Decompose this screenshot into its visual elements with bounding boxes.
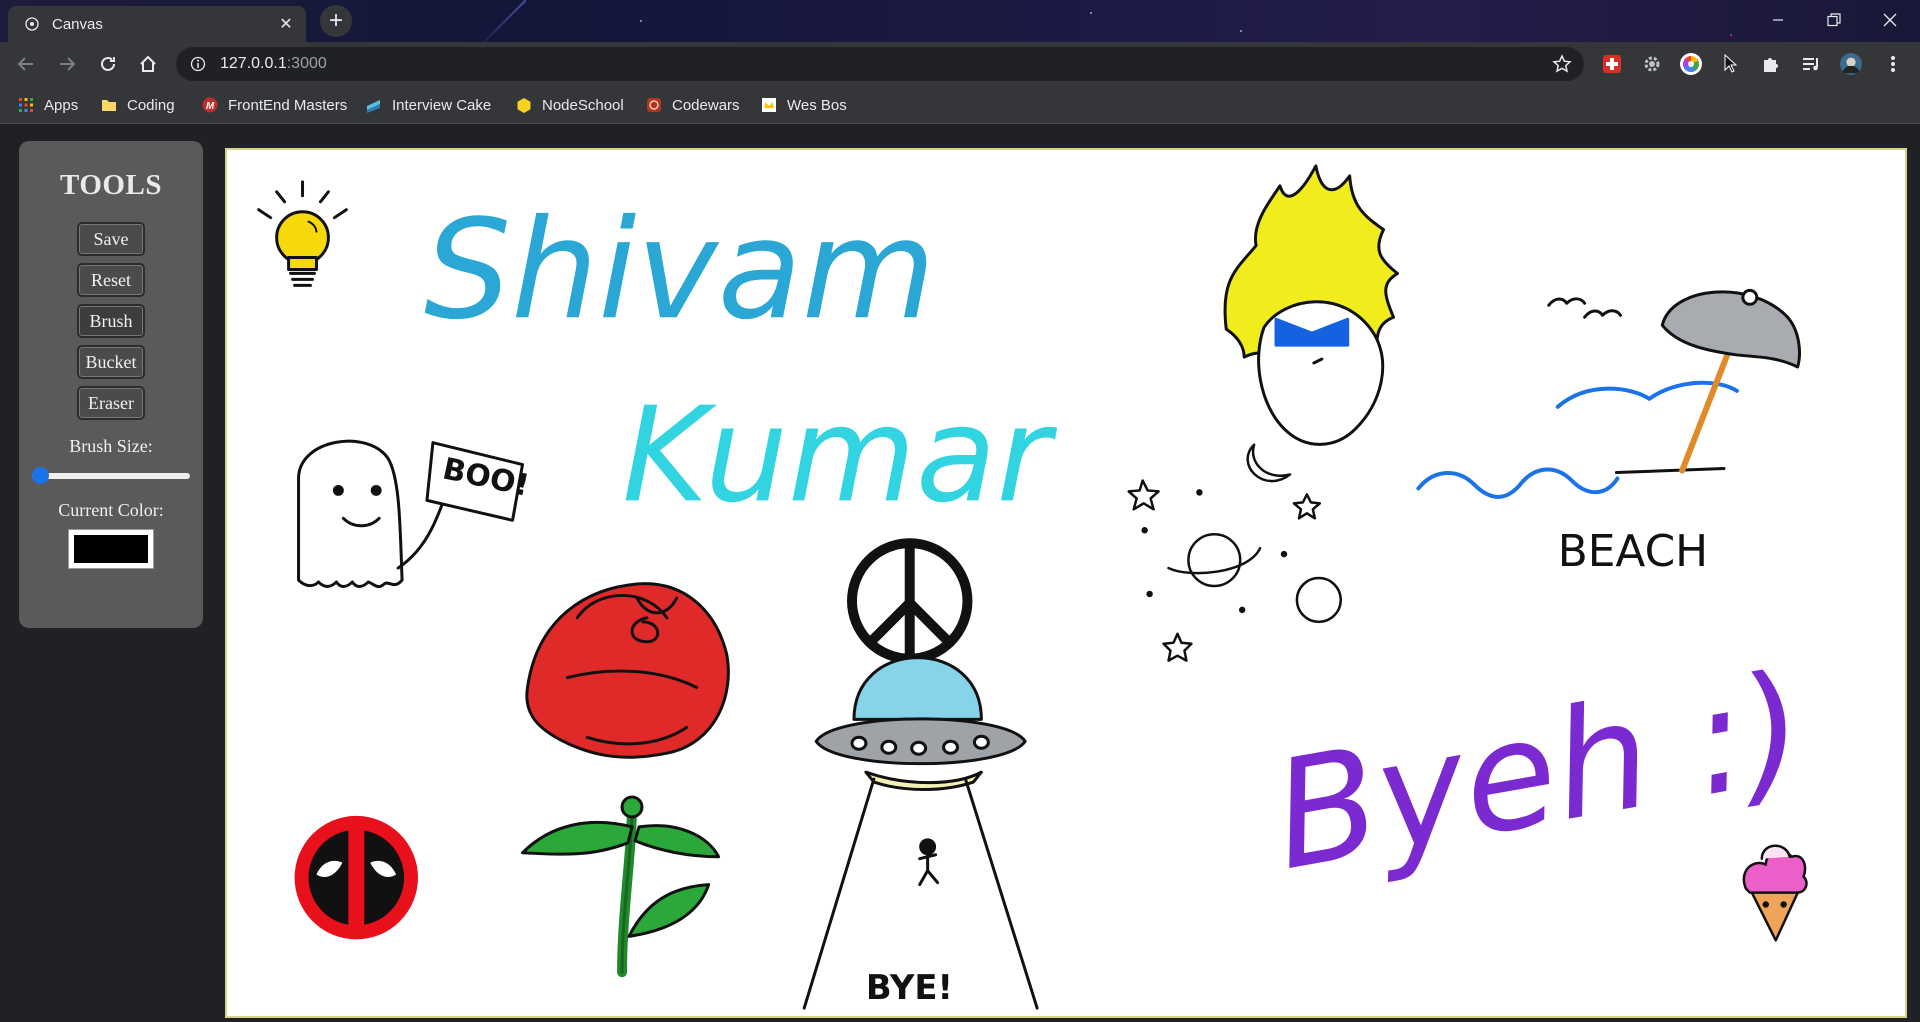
extension-color-wheel-icon[interactable]	[1680, 53, 1702, 75]
bookmark-frontend-masters[interactable]: M FrontEnd Masters	[202, 92, 347, 118]
svg-text:M: M	[206, 101, 215, 112]
bookmark-star-icon[interactable]	[1552, 54, 1572, 74]
background-star	[1240, 30, 1242, 32]
reload-button[interactable]	[92, 48, 124, 80]
site-info-icon[interactable]	[190, 56, 206, 72]
tools-title: TOOLS	[60, 169, 162, 201]
deadpool-logo-drawing	[294, 815, 418, 940]
signoff-drawing: Byeh :)	[1261, 640, 1816, 904]
name-line-1-drawing: Shivam	[424, 190, 936, 350]
beach-text: BEACH	[1558, 526, 1708, 577]
save-button[interactable]: Save	[77, 222, 145, 256]
bookmark-wes-bos[interactable]: Wes Bos	[761, 92, 847, 118]
ufo-drawing: BYE!	[802, 656, 1039, 1010]
forward-arrow-icon	[60, 57, 76, 71]
folder-icon	[102, 100, 116, 111]
name-line-1-text: Shivam	[424, 190, 936, 350]
ice-cream-drawing	[1742, 844, 1808, 942]
brush-size-slider[interactable]	[32, 466, 190, 484]
bookmark-coding[interactable]: Coding	[101, 92, 175, 118]
extension-gear-icon[interactable]	[1641, 53, 1663, 75]
chrome-menu-icon[interactable]	[1882, 53, 1904, 75]
interview-cake-icon	[367, 100, 380, 113]
react-favicon-icon	[25, 17, 39, 31]
eraser-button[interactable]: Eraser	[77, 386, 145, 420]
name-line-2-text: Kumar	[622, 378, 1057, 531]
brush-button[interactable]: Brush	[77, 304, 145, 338]
bookmark-apps[interactable]: Apps	[18, 92, 78, 118]
bookmark-label: FrontEnd Masters	[228, 96, 348, 114]
brush-size-label: Brush Size:	[69, 436, 153, 456]
minimize-button[interactable]	[1750, 0, 1806, 40]
background-star	[1090, 12, 1092, 14]
color-swatch-fill	[74, 535, 148, 563]
home-button[interactable]	[132, 48, 164, 80]
browser-tab[interactable]: Canvas ✕	[8, 6, 306, 42]
spiky-hair-character-drawing	[1223, 164, 1399, 446]
page-content: TOOLS Save Reset Brush Bucket Eraser Bru…	[0, 125, 1920, 1022]
background-star	[640, 20, 642, 22]
reset-button[interactable]: Reset	[77, 263, 145, 297]
url-host: 127.0.0.1	[220, 55, 287, 72]
cursor-icon	[1720, 53, 1742, 75]
codewars-icon	[647, 98, 661, 112]
beach-umbrella-drawing: BEACH	[1416, 288, 1801, 577]
back-arrow-icon	[17, 57, 33, 71]
bookmark-label: Apps	[44, 96, 79, 114]
ufo-text: BYE!	[866, 968, 953, 1007]
home-icon	[140, 55, 156, 72]
tab-title: Canvas	[52, 15, 103, 33]
back-button[interactable]	[10, 48, 42, 80]
bookmark-nodeschool[interactable]: NodeSchool	[516, 92, 624, 118]
bookmarks-bar: Apps Coding M FrontEnd Masters Interview…	[0, 86, 1920, 124]
minimize-icon	[1773, 19, 1783, 21]
close-window-icon	[1883, 13, 1897, 27]
address-bar[interactable]: 127.0.0.1:3000	[176, 47, 1584, 81]
nodeschool-icon	[517, 98, 531, 113]
reload-icon	[101, 56, 115, 71]
extensions-puzzle-icon[interactable]	[1760, 53, 1782, 75]
bookmark-label: NodeSchool	[542, 96, 624, 114]
close-window-button[interactable]	[1862, 0, 1918, 40]
bookmark-codewars[interactable]: Codewars	[646, 92, 740, 118]
browser-title-bar: Canvas ✕ +	[0, 0, 1920, 42]
frontend-masters-icon: M	[202, 97, 218, 113]
forward-button[interactable]	[51, 48, 83, 80]
space-doodles-drawing	[1127, 443, 1342, 662]
close-tab-icon[interactable]: ✕	[276, 14, 296, 34]
drawing-canvas[interactable]: Shivam Kumar BOO! BYE! BEACH Byeh:)	[225, 148, 1907, 1018]
bucket-button[interactable]: Bucket	[77, 345, 145, 379]
bookmark-interview-cake[interactable]: Interview Cake	[366, 92, 491, 118]
bookmark-label: Coding	[127, 96, 175, 114]
new-tab-button[interactable]: +	[320, 5, 352, 37]
bookmark-label: Codewars	[672, 96, 740, 114]
bookmark-label: Wes Bos	[787, 96, 847, 114]
current-color-swatch[interactable]	[68, 529, 154, 569]
background-streak	[475, 0, 527, 42]
ghost-drawing: BOO!	[297, 439, 532, 589]
signoff-text: Byeh :)	[1261, 640, 1816, 904]
profile-avatar[interactable]	[1840, 53, 1862, 75]
url-port: :3000	[286, 55, 327, 72]
slider-track	[32, 473, 190, 479]
apps-grid-icon	[19, 98, 33, 112]
browser-toolbar: 127.0.0.1:3000	[0, 42, 1920, 86]
current-color-label: Current Color:	[58, 500, 164, 520]
restore-icon	[1827, 13, 1841, 27]
extension-red-cross-icon[interactable]	[1601, 53, 1623, 75]
slider-thumb[interactable]	[32, 467, 49, 484]
wes-bos-icon	[762, 98, 776, 112]
name-line-2-drawing: Kumar	[622, 378, 1057, 531]
background-star	[1730, 34, 1732, 36]
lightbulb-drawing	[257, 180, 348, 287]
media-playlist-icon[interactable]	[1800, 53, 1822, 75]
tools-panel: TOOLS Save Reset Brush Bucket Eraser Bru…	[19, 141, 203, 628]
peace-sign-drawing	[847, 538, 973, 664]
restore-button[interactable]	[1806, 0, 1862, 40]
bookmark-label: Interview Cake	[392, 96, 492, 114]
rose-drawing	[521, 582, 730, 978]
